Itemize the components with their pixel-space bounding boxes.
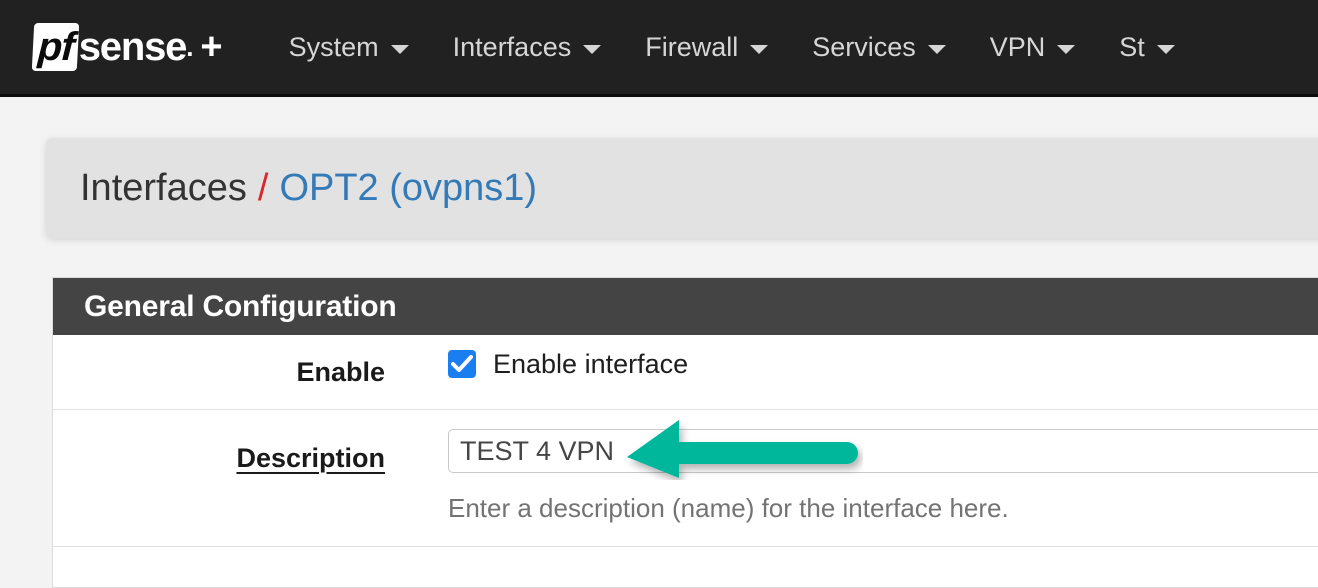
nav-item-label: Interfaces (452, 32, 572, 62)
enable-control: Enable interface (395, 335, 1318, 393)
nav-item-interfaces[interactable]: Interfaces (431, 32, 624, 62)
description-label: Description (236, 443, 385, 473)
nav-item-status[interactable]: St (1097, 32, 1197, 62)
form-row-next-partial (53, 547, 1318, 587)
navbar-menu: System Interfaces Firewall Services VPN … (267, 32, 1197, 62)
chevron-down-icon (583, 45, 602, 54)
nav-item-label: Services (812, 32, 916, 62)
enable-label: Enable (296, 357, 385, 387)
nav-item-label: Firewall (645, 32, 739, 62)
enable-interface-checkbox-label: Enable interface (493, 349, 689, 379)
enable-interface-checkbox-row[interactable]: Enable interface (448, 349, 1318, 379)
enable-interface-checkbox[interactable] (448, 350, 476, 378)
chevron-down-icon (1057, 45, 1076, 54)
form-row-enable: Enable Enable interface (53, 335, 1318, 410)
nav-item-label: St (1119, 32, 1145, 62)
breadcrumb: Interfaces / OPT2 (ovpns1) (46, 138, 1318, 238)
form-row-description: Description Enter a description (name) f… (53, 410, 1318, 547)
pfsense-logo-dot: . (186, 32, 194, 62)
breadcrumb-parent: Interfaces (80, 167, 247, 209)
pfsense-logo-name: sense (78, 25, 188, 69)
panel-title: General Configuration (84, 289, 397, 323)
nav-item-label: System (288, 32, 379, 62)
chevron-down-icon (750, 45, 769, 54)
chevron-down-icon (927, 45, 946, 54)
pfsense-plus-logo[interactable]: pf sense . + (31, 23, 223, 71)
description-control: Enter a description (name) for the inter… (395, 410, 1318, 537)
nav-item-vpn[interactable]: VPN (968, 32, 1098, 62)
next-row-control (395, 547, 1318, 579)
nav-item-firewall[interactable]: Firewall (623, 32, 790, 62)
description-help-text: Enter a description (name) for the inter… (448, 493, 1009, 523)
nav-item-label: VPN (989, 32, 1046, 62)
general-configuration-panel: General Configuration Enable Enable inte… (52, 277, 1318, 588)
app-viewport: pf sense . + System Interfaces Firewall … (0, 0, 1318, 588)
breadcrumb-current-link[interactable]: OPT2 (ovpns1) (279, 166, 537, 210)
nav-item-system[interactable]: System (267, 32, 431, 62)
breadcrumb-separator: / (257, 167, 269, 209)
chevron-down-icon (390, 45, 409, 54)
pfsense-logo-mark: pf (31, 23, 80, 71)
nav-item-services[interactable]: Services (790, 32, 968, 62)
top-navigation-bar: pf sense . + System Interfaces Firewall … (0, 0, 1318, 97)
description-input[interactable] (448, 429, 1318, 473)
checkmark-icon (451, 355, 473, 372)
panel-header: General Configuration (53, 278, 1318, 335)
pfsense-logo-plus: + (200, 26, 223, 68)
chevron-down-icon (1156, 45, 1175, 54)
next-row-label (53, 547, 395, 575)
